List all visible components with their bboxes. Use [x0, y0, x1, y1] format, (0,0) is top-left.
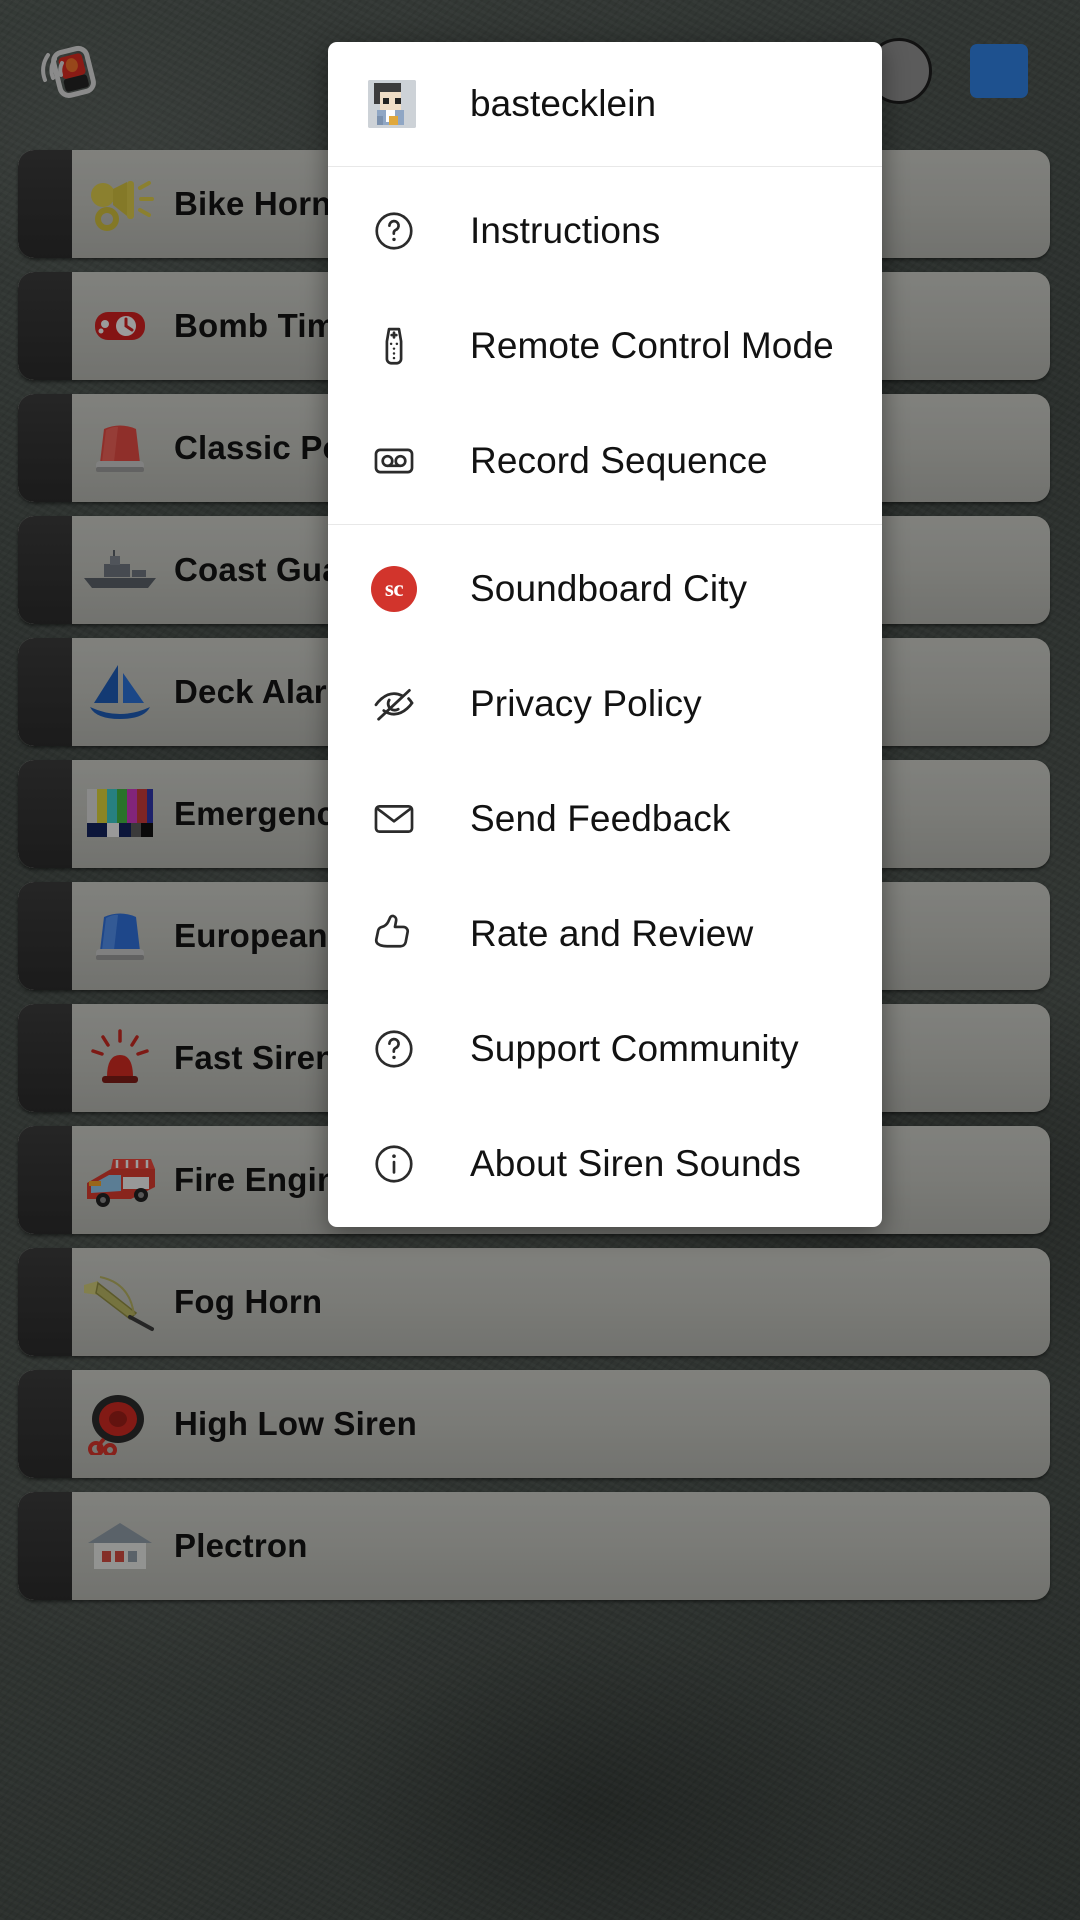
eye-off-icon	[368, 680, 420, 728]
menu-item-support-community[interactable]: Support Community	[328, 991, 882, 1106]
menu-item-label: Record Sequence	[470, 439, 768, 481]
menu-group-primary: Instructions Remote Control Mode Record …	[328, 167, 882, 524]
overflow-menu: bastecklein Instructions Remote Control …	[328, 42, 882, 1227]
menu-item-label: Instructions	[470, 209, 661, 251]
sc-badge-text: sc	[371, 565, 417, 612]
menu-item-rate-and-review[interactable]: Rate and Review	[328, 876, 882, 991]
menu-group-secondary: sc Soundboard City Privacy Policy Send F…	[328, 525, 882, 1227]
menu-item-about-siren-sounds[interactable]: About Siren Sounds	[328, 1106, 882, 1221]
account-avatar	[368, 80, 416, 128]
thumbs-up-icon	[368, 911, 420, 957]
menu-item-label: Soundboard City	[470, 567, 748, 609]
menu-item-label: Remote Control Mode	[470, 324, 834, 366]
menu-item-label: Support Community	[470, 1027, 799, 1069]
menu-item-label: About Siren Sounds	[470, 1142, 801, 1184]
menu-item-instructions[interactable]: Instructions	[328, 173, 882, 288]
account-name: bastecklein	[470, 83, 657, 124]
menu-item-account[interactable]: bastecklein	[328, 42, 882, 166]
menu-item-label: Privacy Policy	[470, 682, 702, 724]
menu-item-privacy-policy[interactable]: Privacy Policy	[328, 646, 882, 761]
cassette-tape-icon	[368, 438, 420, 484]
menu-item-record-sequence[interactable]: Record Sequence	[328, 403, 882, 518]
info-circle-icon	[368, 1141, 420, 1187]
question-circle-icon	[368, 1026, 420, 1072]
remote-control-icon	[368, 323, 420, 369]
question-circle-icon	[368, 208, 420, 254]
soundboard-city-logo-icon: sc	[368, 565, 420, 612]
menu-item-label: Send Feedback	[470, 797, 731, 839]
envelope-icon	[368, 796, 420, 842]
menu-item-send-feedback[interactable]: Send Feedback	[328, 761, 882, 876]
menu-item-remote-control-mode[interactable]: Remote Control Mode	[328, 288, 882, 403]
menu-item-label: Rate and Review	[470, 912, 754, 954]
app-root: Bike Horn Bomb Timer Classic Police Coas…	[0, 0, 1080, 1920]
menu-item-soundboard-city[interactable]: sc Soundboard City	[328, 531, 882, 646]
